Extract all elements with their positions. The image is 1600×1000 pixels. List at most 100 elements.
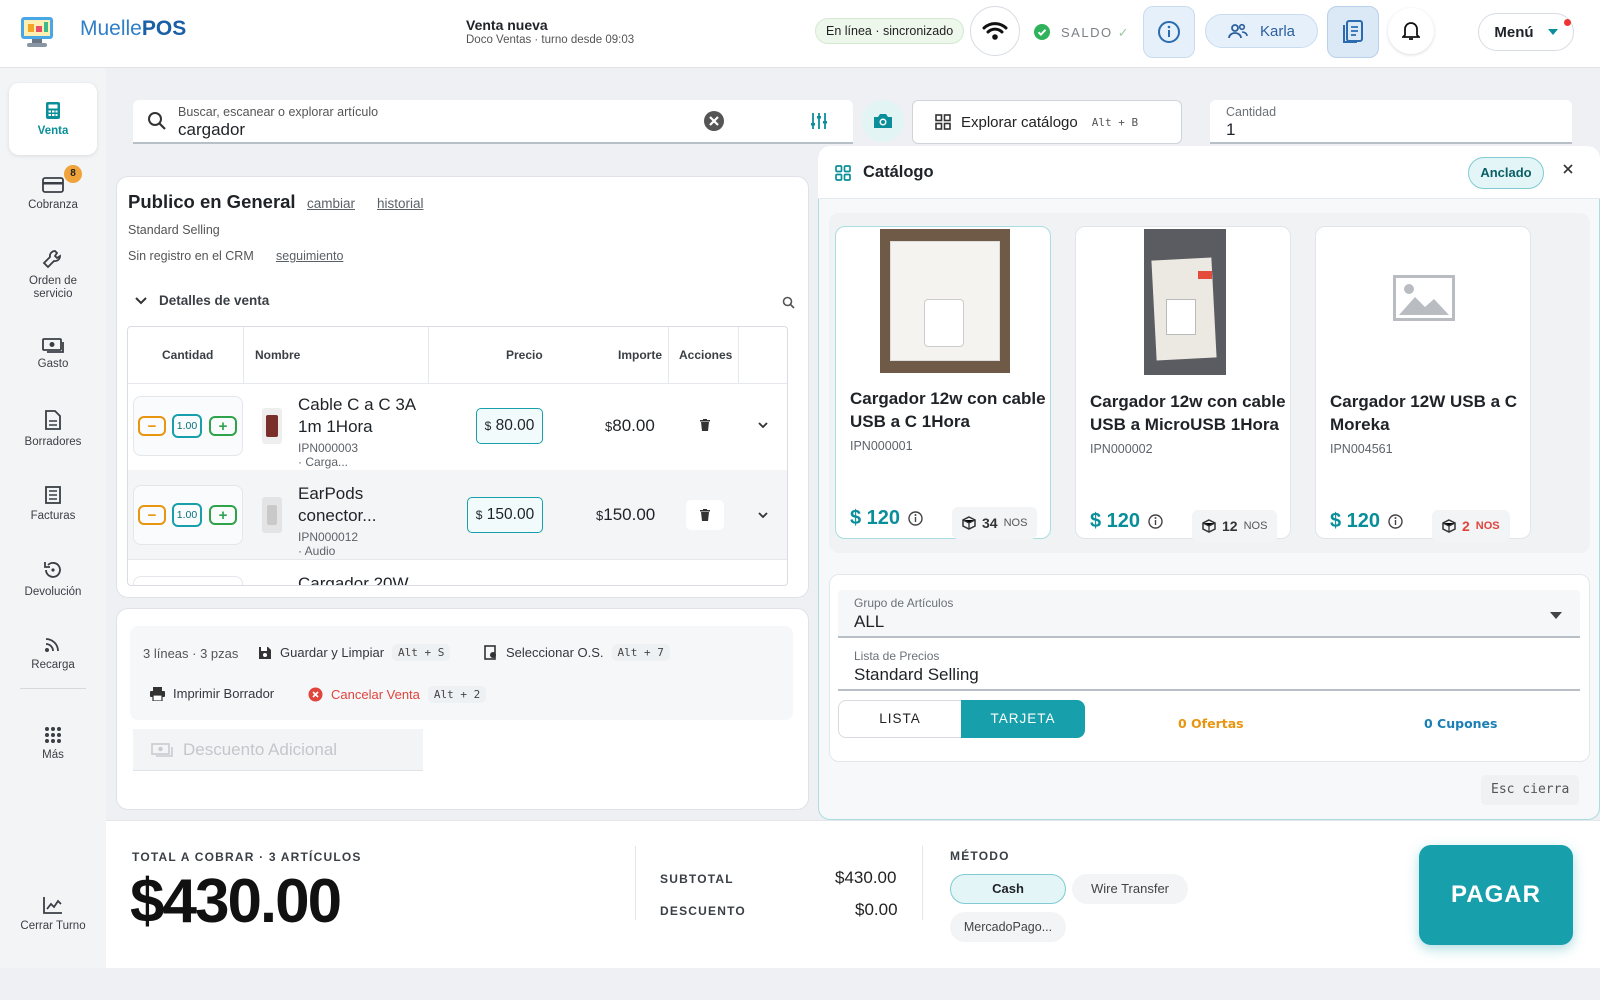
product-card[interactable]: Cargador 12w con cable USB a MicroUSB 1H… xyxy=(1075,226,1291,542)
sidebar-item-venta[interactable]: Venta xyxy=(9,83,97,155)
delete-item-button[interactable] xyxy=(686,500,724,530)
pinned-toggle[interactable]: Anclado xyxy=(1468,157,1544,189)
wifi-button[interactable] xyxy=(970,6,1020,56)
product-code: IPN000002 xyxy=(1090,442,1153,456)
sidebar-item-label: Cerrar Turno xyxy=(20,920,86,932)
documents-button[interactable] xyxy=(1327,6,1379,58)
menu-button[interactable]: Menú xyxy=(1478,13,1574,51)
item-group-select[interactable]: Grupo de Artículos ALL xyxy=(838,590,1580,638)
product-price: $ 120 xyxy=(1090,510,1163,533)
sync-status-badge: En línea · sincronizado xyxy=(815,18,965,44)
grid-dots-icon xyxy=(45,727,61,743)
item-price-input[interactable]: $ 80.00 xyxy=(476,408,543,444)
sidebar-item-gasto[interactable]: Gasto xyxy=(9,318,97,390)
sidebar-item-devolucion[interactable]: Devolución xyxy=(9,543,97,615)
sidebar-divider xyxy=(20,688,86,689)
sidebar-item-recarga[interactable]: Recarga xyxy=(9,618,97,690)
product-name: Cargador 12W USB a C Moreka xyxy=(1330,392,1518,434)
select-service-order-button[interactable]: Seleccionar O.S. Alt + 7 xyxy=(484,644,670,661)
column-header-precio: Precio xyxy=(506,348,543,362)
product-card[interactable]: Cargador 12w con cable USB a C 1Hora IPN… xyxy=(835,226,1051,539)
sale-details-label: Detalles de venta xyxy=(159,293,270,308)
tab-tarjeta[interactable]: TARJETA xyxy=(961,700,1085,738)
price-list-label: Lista de Precios xyxy=(854,649,940,663)
offers-link[interactable]: 0 Ofertas xyxy=(1178,716,1244,731)
camera-scan-button[interactable] xyxy=(862,100,904,142)
filter-sliders-icon[interactable] xyxy=(810,112,828,130)
cancel-sale-button[interactable]: Cancelar Venta Alt + 2 xyxy=(308,686,487,703)
return-icon xyxy=(44,562,61,578)
signal-icon xyxy=(45,638,59,652)
info-button[interactable] xyxy=(1143,6,1195,58)
user-button[interactable]: Karla xyxy=(1205,14,1318,48)
sidebar-item-label: Recarga xyxy=(31,659,75,671)
item-name: Cable C a C 3A 1m 1Hora xyxy=(298,395,416,436)
caret-down-icon xyxy=(1547,29,1558,35)
quantity-input[interactable]: 1 xyxy=(1226,120,1235,140)
additional-discount-field[interactable]: Descuento Adicional xyxy=(133,729,423,771)
sidebar-item-orden-de-servicio[interactable]: Orden de servicio xyxy=(9,238,97,310)
user-name: Karla xyxy=(1259,22,1296,40)
chevron-down-icon xyxy=(135,296,147,304)
clear-search-icon[interactable] xyxy=(703,110,725,132)
decrease-quantity-button[interactable]: − xyxy=(138,416,166,436)
method-wire-transfer-button[interactable]: Wire Transfer xyxy=(1072,874,1188,904)
follow-up-link[interactable]: seguimiento xyxy=(276,249,343,263)
explore-catalog-label: Explorar catálogo xyxy=(961,113,1078,131)
sidebar-item-label: Devolución xyxy=(24,586,82,598)
customer-history-link[interactable]: historial xyxy=(377,196,424,211)
price-list-field[interactable]: Lista de Precios Standard Selling xyxy=(838,643,1580,691)
increase-quantity-button[interactable]: + xyxy=(209,416,237,436)
coupons-link[interactable]: 0 Cupones xyxy=(1424,716,1497,731)
discount-value: $0.00 xyxy=(855,900,898,919)
chart-icon xyxy=(43,897,62,914)
increase-quantity-button[interactable]: + xyxy=(209,505,237,525)
search-details-icon[interactable] xyxy=(782,296,795,309)
quantity-value[interactable]: 1.00 xyxy=(172,503,202,527)
search-input[interactable]: cargador xyxy=(178,120,245,140)
money-icon xyxy=(151,742,173,757)
quantity-label: Cantidad xyxy=(1226,105,1277,119)
column-header-acciones: Acciones xyxy=(679,348,733,362)
product-thumbnail xyxy=(262,497,282,533)
pay-button[interactable]: PAGAR xyxy=(1419,845,1573,945)
search-field[interactable]: Buscar, escanear o explorar artículo car… xyxy=(133,100,853,144)
notifications-button[interactable] xyxy=(1388,8,1434,54)
delete-item-icon[interactable] xyxy=(700,419,710,431)
credit-card-icon xyxy=(42,177,64,193)
sale-details-toggle[interactable]: Detalles de venta xyxy=(135,293,269,308)
sidebar-item-cobranza[interactable]: Cobranza 8 xyxy=(9,158,97,230)
sidebar-item-label: Más xyxy=(42,749,64,761)
expand-row-icon[interactable] xyxy=(758,512,768,518)
sidebar-item-cerrar-turno[interactable]: Cerrar Turno xyxy=(9,878,97,950)
item-meta: IPN000012 · Audio xyxy=(298,530,359,558)
print-draft-button[interactable]: Imprimir Borrador xyxy=(150,686,274,701)
stock-badge: 34 NOS xyxy=(952,507,1038,539)
decrease-quantity-button[interactable]: − xyxy=(138,505,166,525)
camera-icon xyxy=(874,114,892,128)
saldo-label[interactable]: SALDO ✓ xyxy=(1061,25,1130,41)
sidebar-item-facturas[interactable]: Facturas xyxy=(9,468,97,540)
method-cash-button[interactable]: Cash xyxy=(950,874,1066,904)
close-catalog-icon[interactable] xyxy=(1562,163,1574,175)
tab-lista[interactable]: LISTA xyxy=(838,700,962,738)
sidebar-item-borradores[interactable]: Borradores xyxy=(9,393,97,465)
product-image xyxy=(1144,229,1226,375)
expand-row-icon[interactable] xyxy=(758,422,768,428)
product-code: IPN000001 xyxy=(850,439,913,453)
customer-name: Publico en General xyxy=(128,191,296,212)
product-price: $ 120 xyxy=(1330,510,1403,533)
product-card[interactable]: Cargador 12W USB a C Moreka IPN004561 $ … xyxy=(1315,226,1531,542)
quantity-field[interactable]: Cantidad 1 xyxy=(1210,100,1572,144)
item-price-input[interactable]: $ 150.00 xyxy=(467,497,543,533)
service-order-icon xyxy=(484,645,496,660)
box-icon xyxy=(1442,519,1456,533)
change-customer-link[interactable]: cambiar xyxy=(307,196,355,211)
quantity-value[interactable]: 1.00 xyxy=(172,414,202,438)
menu-alert-dot xyxy=(1564,19,1571,26)
method-mercadopago-button[interactable]: MercadoPago... xyxy=(950,912,1066,942)
total-label: TOTAL A COBRAR · 3 ARTÍCULOS xyxy=(132,850,362,864)
save-and-clear-button[interactable]: Guardar y Limpiar Alt + S xyxy=(258,644,451,661)
explore-catalog-button[interactable]: Explorar catálogo Alt + B xyxy=(912,100,1182,144)
sidebar-item-mas[interactable]: Más xyxy=(9,708,97,780)
